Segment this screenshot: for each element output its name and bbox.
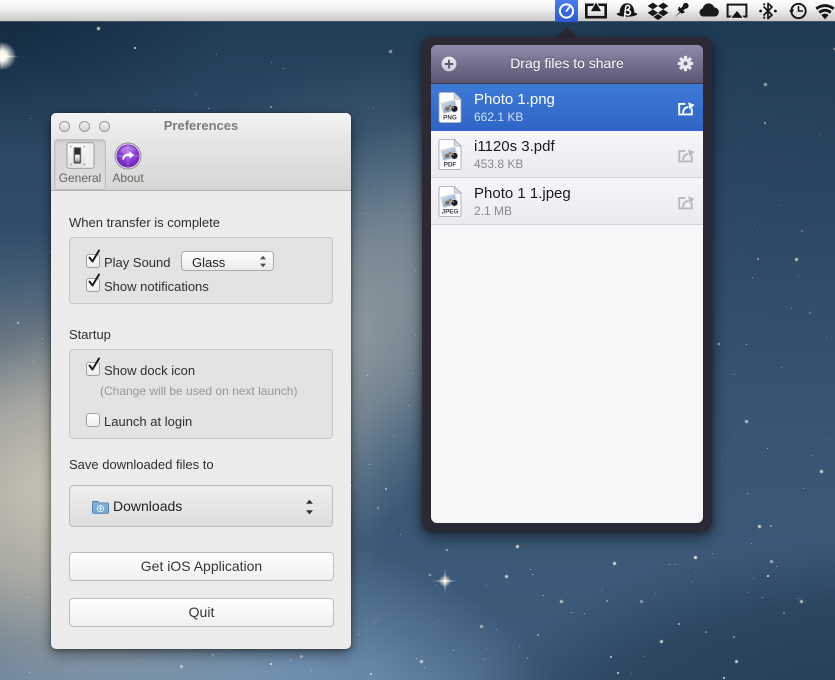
svg-text:PNG: PNG	[443, 115, 457, 122]
svg-text:PDF: PDF	[444, 162, 457, 169]
svg-text:JPEG: JPEG	[442, 209, 459, 216]
